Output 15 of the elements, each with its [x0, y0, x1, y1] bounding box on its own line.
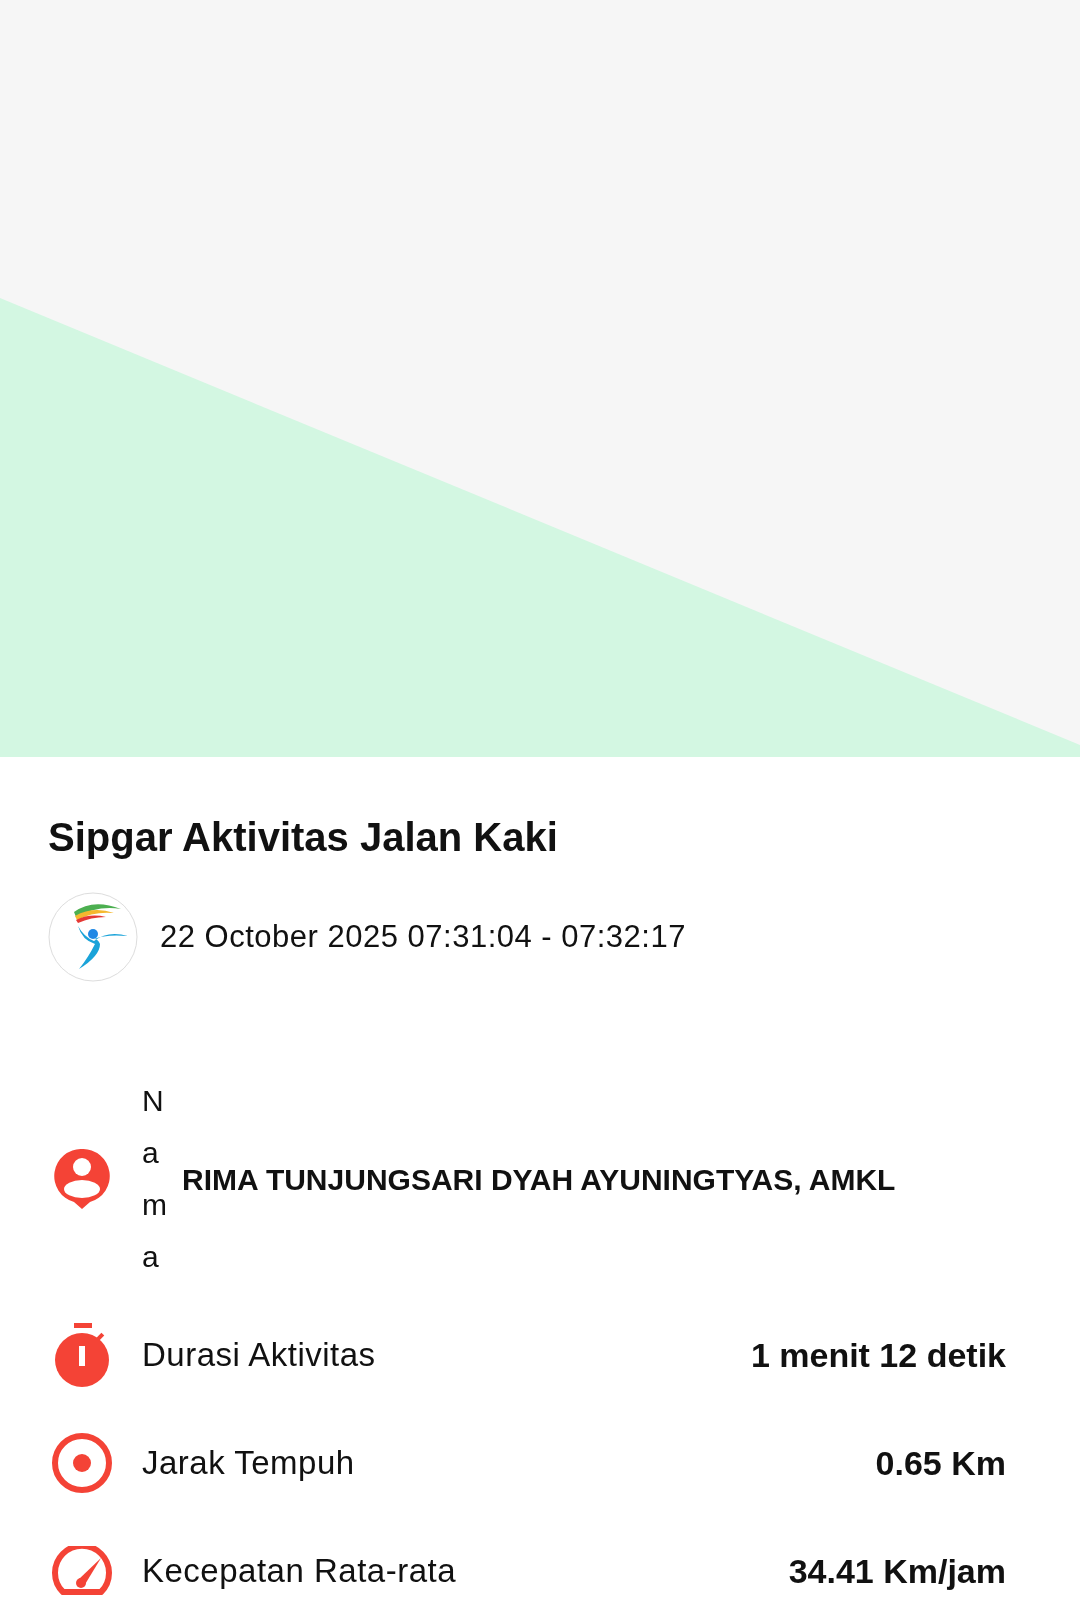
activity-title: Sipgar Aktivitas Jalan Kaki [48, 814, 559, 861]
field-label: Durasi Aktivitas [142, 1335, 376, 1376]
logo-icon [48, 892, 138, 982]
date-range: 22 October 2025 07:31:04 - 07:32:17 [160, 917, 686, 956]
target-icon [51, 1432, 113, 1494]
speedometer-icon [51, 1546, 113, 1596]
stopwatch-icon [54, 1323, 110, 1387]
field-label: Jarak Tempuh [142, 1443, 355, 1484]
field-value: 1 menit 12 detik [750, 1334, 1007, 1376]
field-label: Nama [142, 1083, 168, 1275]
field-label: Kecepatan Rata-rata [142, 1551, 457, 1592]
field-value: RIMA TUNJUNGSARI DYAH AYUNINGTYAS, AMKL [182, 1161, 896, 1198]
field-value: 0.65 Km [875, 1442, 1007, 1484]
person-pin-icon [54, 1149, 110, 1209]
field-value: 34.41 Km/jam [788, 1550, 1007, 1592]
